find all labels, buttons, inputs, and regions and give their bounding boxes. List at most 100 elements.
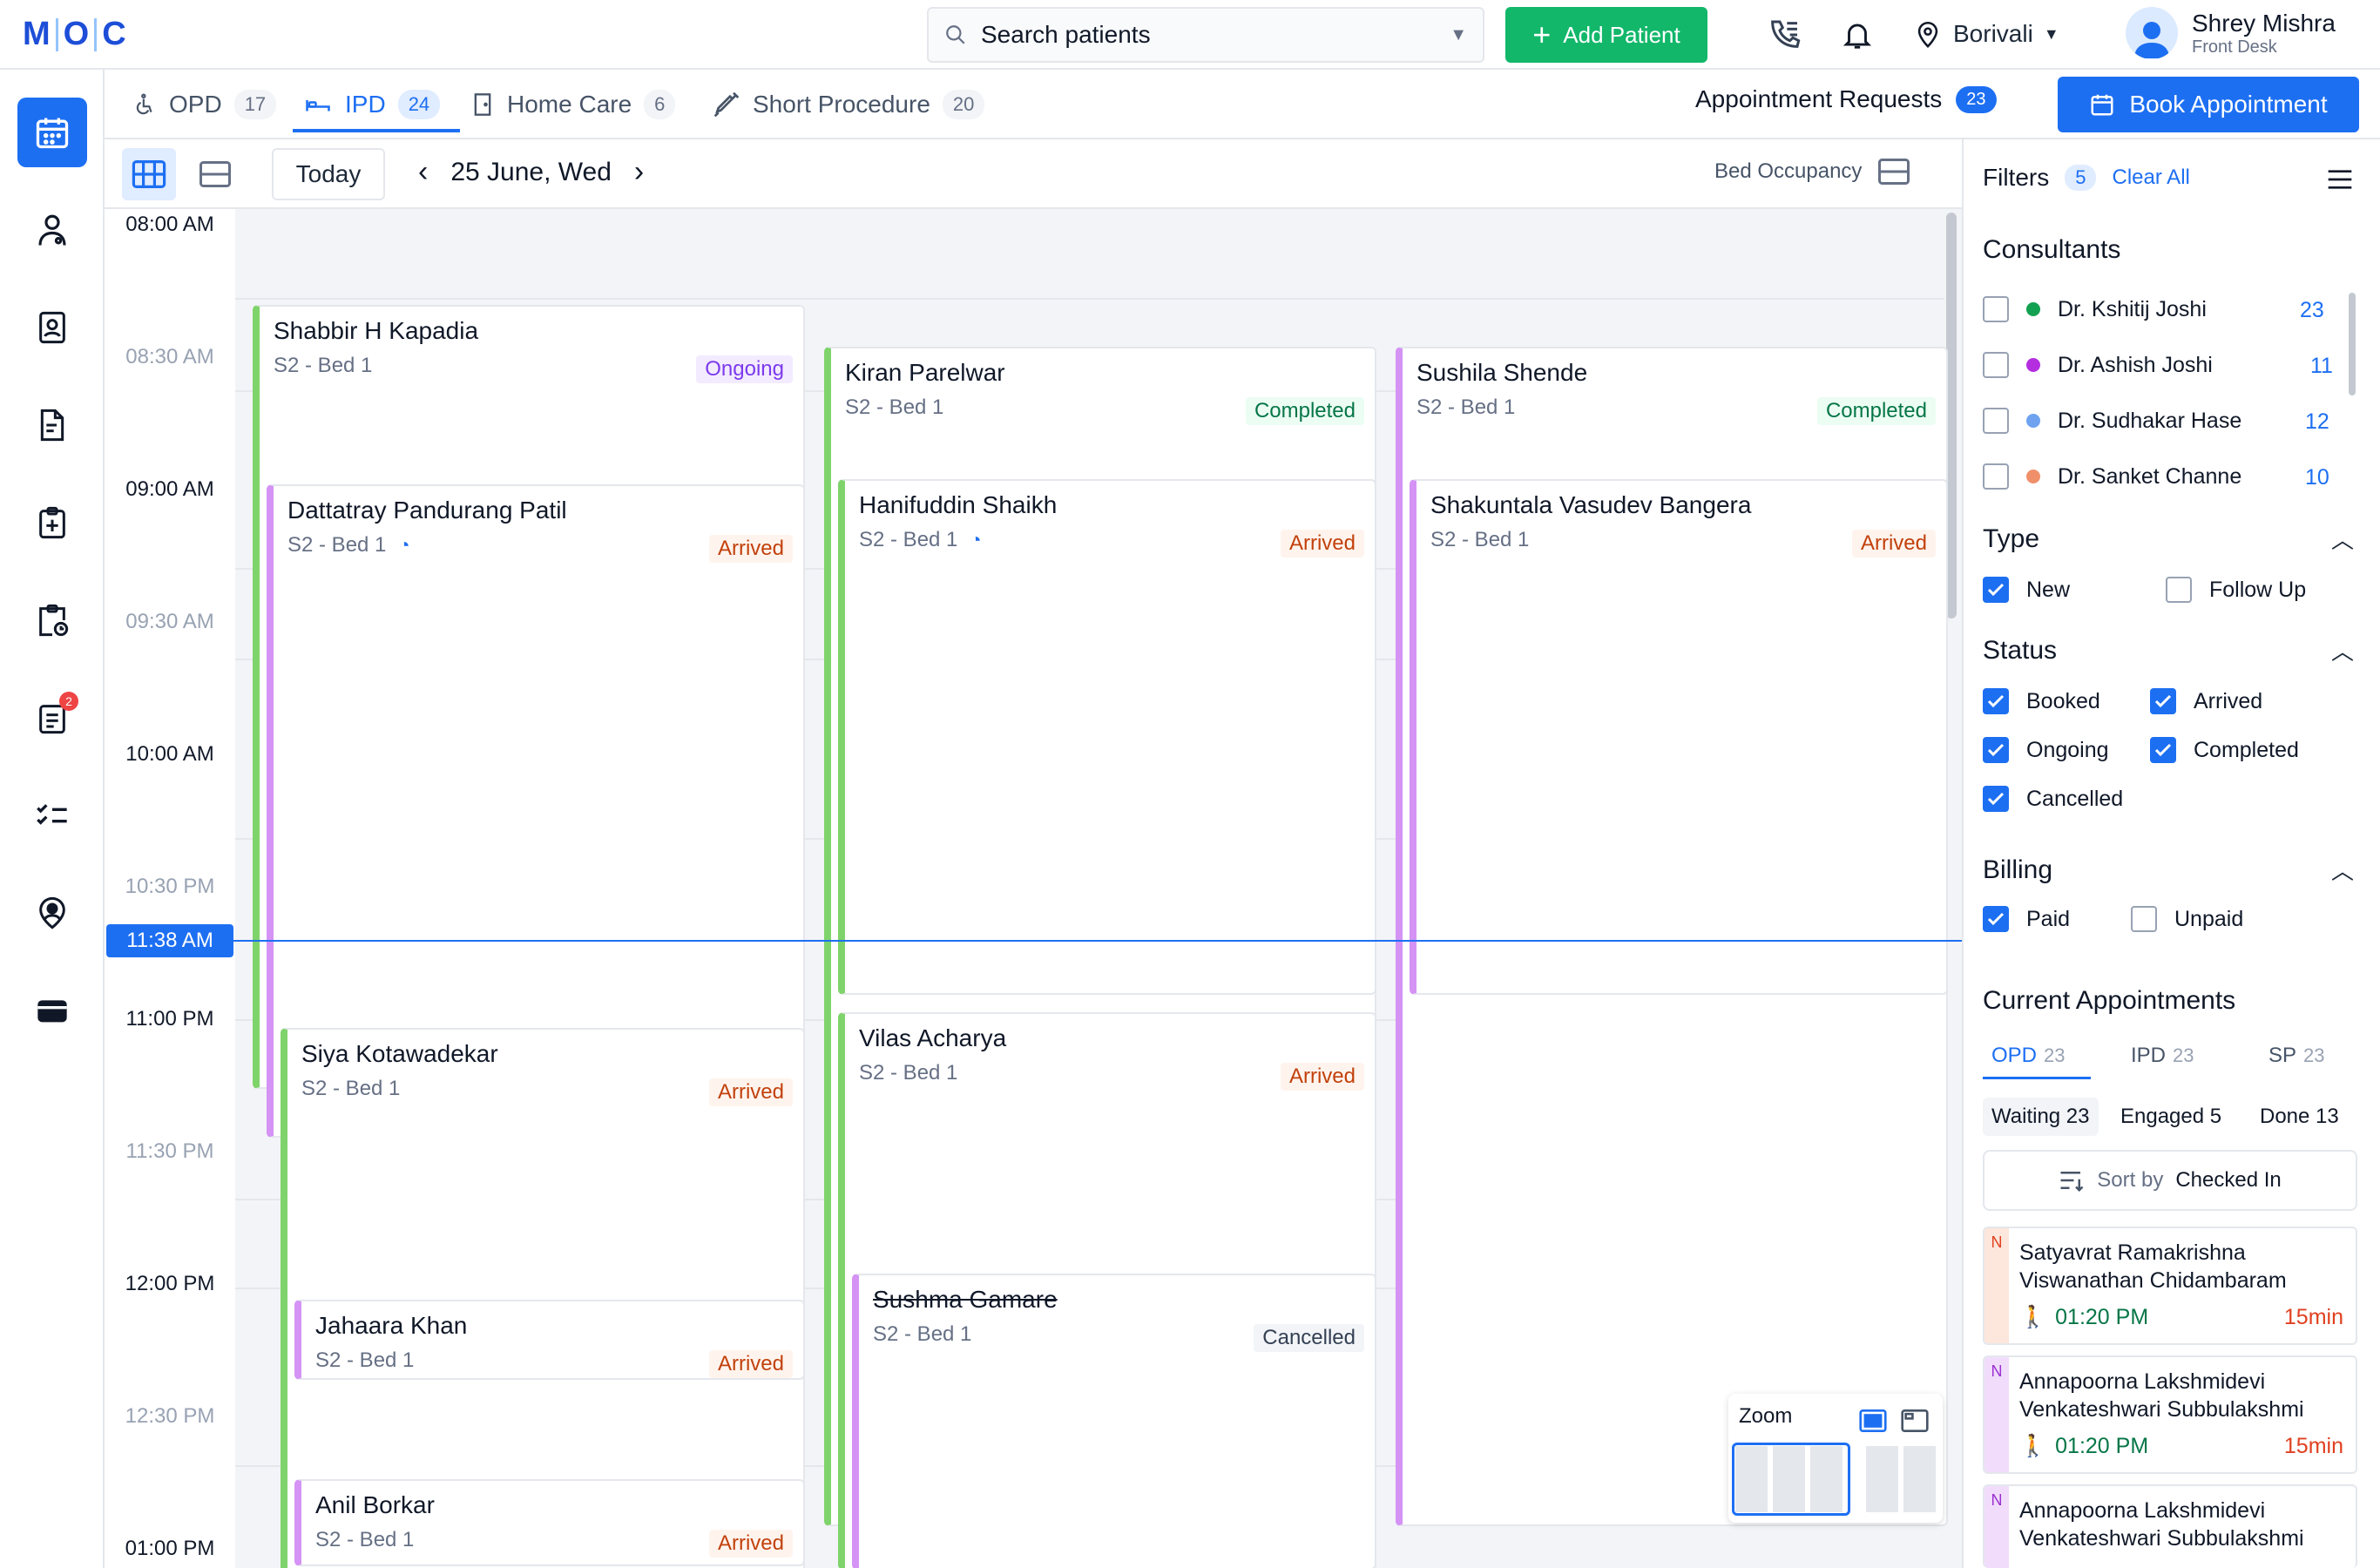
current-patient-card[interactable]: N Satyavrat Ramakrishna Viswanathan Chid… <box>1983 1227 2357 1345</box>
walking-icon: 🚶 <box>2019 1305 2047 1329</box>
nav-wallet[interactable] <box>17 976 87 1045</box>
status-badge: Ongoing <box>696 355 793 383</box>
patient-name: Satyavrat Ramakrishna Viswanathan Chidam… <box>2019 1240 2287 1293</box>
checkbox[interactable] <box>1983 296 2009 322</box>
billing-paid-option[interactable]: Paid <box>1983 906 2070 932</box>
nav-doctor[interactable] <box>17 195 87 265</box>
current-tab-ipd[interactable]: IPD 23 <box>2131 1044 2194 1068</box>
current-patient-card[interactable]: N Annapoorna Lakshmidevi Venkateshwari S… <box>1983 1355 2357 1474</box>
current-tab-opd[interactable]: OPD 23 <box>1991 1044 2066 1068</box>
status-cancelled-option[interactable]: Cancelled <box>1983 786 2123 812</box>
status-ongoing-option[interactable]: Ongoing <box>1983 737 2109 763</box>
nav-calendar[interactable] <box>17 98 87 167</box>
checkbox-checked[interactable] <box>1983 906 2009 932</box>
consultants-scrollbar[interactable] <box>2349 293 2356 395</box>
checkbox-checked[interactable] <box>2150 737 2176 763</box>
book-appointment-button[interactable]: Book Appointment <box>2058 77 2359 132</box>
menu-icon[interactable] <box>2326 167 2354 192</box>
today-button[interactable]: Today <box>272 148 385 200</box>
bed-occupancy-toggle[interactable]: Bed Occupancy <box>1714 159 1910 185</box>
search-patients-field[interactable]: Search patients ▼ <box>927 7 1484 63</box>
search-icon <box>946 25 965 44</box>
status-badge: Arrived <box>708 1078 793 1106</box>
zoom-viewport-frame[interactable] <box>1732 1443 1850 1516</box>
checkbox[interactable] <box>1983 408 2009 434</box>
expand-view-icon[interactable] <box>1901 1409 1929 1432</box>
status-badge: Completed <box>1245 397 1364 425</box>
checkbox-checked[interactable] <box>1983 786 2009 812</box>
chevron-up-icon[interactable]: ︿ <box>2331 523 2354 555</box>
checkbox[interactable] <box>2166 577 2192 603</box>
calendar-icon <box>36 118 69 149</box>
checkbox[interactable] <box>1983 463 2009 490</box>
consultant-row[interactable]: Dr. Kshitij Joshi <box>1983 296 2207 322</box>
chevron-left-icon[interactable]: ‹ <box>418 155 428 189</box>
current-tab-sp[interactable]: SP 23 <box>2268 1044 2325 1068</box>
nav-location[interactable] <box>17 878 87 948</box>
sort-dropdown[interactable]: Sort by Checked In <box>1983 1150 2357 1211</box>
nav-tasks[interactable] <box>17 781 87 850</box>
checkbox-checked[interactable] <box>1983 688 2009 714</box>
tab-home-care[interactable]: Home Care 6 <box>470 70 676 139</box>
status-arrived-option[interactable]: Arrived <box>2150 688 2262 714</box>
tab-opd[interactable]: OPD 17 <box>134 70 277 139</box>
status-badge: Arrived <box>708 535 793 563</box>
walking-icon: 🚶 <box>2019 1434 2047 1458</box>
appointment-card[interactable]: Jahaara Khan S2 - Bed 1 Arrived <box>294 1300 805 1380</box>
current-time-line <box>209 940 1962 942</box>
appointment-card[interactable]: Hanifuddin Shaikh S2 - Bed 1 ◔ Arrived <box>838 479 1376 995</box>
option-label: Unpaid <box>2174 906 2244 931</box>
bell-icon[interactable] <box>1836 14 1878 56</box>
option-label: Arrived <box>2194 688 2263 713</box>
checkbox-checked[interactable] <box>1983 737 2009 763</box>
status-booked-option[interactable]: Booked <box>1983 688 2100 714</box>
consultant-row[interactable]: Dr. Sanket Channe <box>1983 463 2241 490</box>
wallet-icon <box>37 1000 67 1023</box>
book-appointment-label: Book Appointment <box>2129 91 2328 118</box>
appointment-card[interactable]: Shakuntala Vasudev Bangera S2 - Bed 1 Ar… <box>1410 479 1948 995</box>
nav-reports[interactable]: 2 <box>17 683 87 753</box>
clear-all-link[interactable]: Clear All <box>2112 166 2189 190</box>
checkbox-checked[interactable] <box>1983 577 2009 603</box>
user-menu[interactable]: Shrey Mishra Front Desk <box>2126 7 2336 59</box>
moc-logo[interactable]: M O C <box>23 16 126 53</box>
nav-clipboard-clock[interactable] <box>17 585 87 655</box>
consultant-color-dot <box>2026 302 2040 316</box>
appointment-card[interactable]: Anil Borkar S2 - Bed 1 Arrived <box>294 1479 805 1566</box>
list-view-button[interactable] <box>188 148 242 200</box>
location-label: Borivali <box>1953 20 2033 47</box>
chevron-up-icon[interactable]: ︿ <box>2331 634 2354 666</box>
add-patient-button[interactable]: + Add Patient <box>1505 7 1707 63</box>
consultant-row[interactable]: Dr. Sudhakar Hase <box>1983 408 2241 434</box>
checkbox[interactable] <box>1983 352 2009 378</box>
fit-view-icon[interactable] <box>1859 1409 1887 1432</box>
checkbox[interactable] <box>2131 906 2157 932</box>
consultant-count: 11 <box>2310 354 2333 378</box>
patient-name: Vilas Acharya <box>859 1024 1007 1051</box>
segment-waiting[interactable]: Waiting 23 <box>1983 1098 2099 1136</box>
status-badge: Arrived <box>1280 530 1364 558</box>
chevron-right-icon[interactable]: › <box>634 155 644 189</box>
type-new-option[interactable]: New <box>1983 577 2070 603</box>
nav-records[interactable] <box>17 390 87 460</box>
appointment-card[interactable]: Sushma Gamare S2 - Bed 1 Cancelled <box>852 1274 1376 1568</box>
checkbox-checked[interactable] <box>2150 688 2176 714</box>
current-patient-card[interactable]: N Annapoorna Lakshmidevi Venkateshwari S… <box>1983 1484 2357 1568</box>
tab-short-procedure[interactable]: Short Procedure 20 <box>713 70 985 139</box>
nav-clipboard-add[interactable] <box>17 488 87 558</box>
segment-done[interactable]: Done 13 <box>2251 1098 2348 1136</box>
call-list-icon[interactable] <box>1763 14 1805 56</box>
zoom-minimap[interactable]: Zoom <box>1728 1394 1943 1523</box>
billing-unpaid-option[interactable]: Unpaid <box>2131 906 2243 932</box>
consultant-row[interactable]: Dr. Ashish Joshi <box>1983 352 2213 378</box>
segment-engaged[interactable]: Engaged 5 <box>2112 1098 2230 1136</box>
location-selector[interactable]: Borivali ▼ <box>1913 17 2059 51</box>
type-followup-option[interactable]: Follow Up <box>2166 577 2306 603</box>
nav-contacts[interactable] <box>17 293 87 362</box>
status-completed-option[interactable]: Completed <box>2150 737 2299 763</box>
new-tag: N <box>1984 1486 2009 1568</box>
grid-view-button[interactable] <box>122 148 176 200</box>
appointment-requests[interactable]: Appointment Requests 23 <box>1695 85 1997 113</box>
time-label: 08:00 AM <box>125 213 214 236</box>
chevron-up-icon[interactable]: ︿ <box>2331 854 2354 886</box>
